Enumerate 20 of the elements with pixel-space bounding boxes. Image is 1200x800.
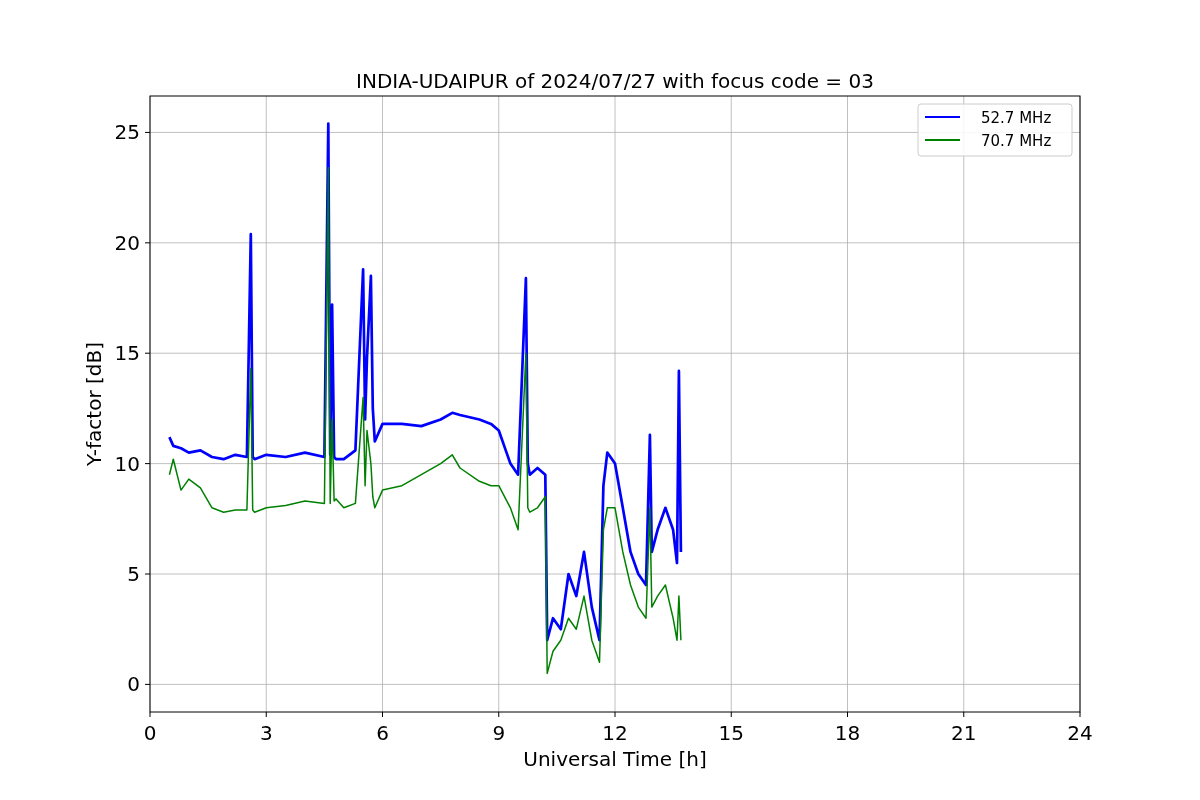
tick-label: 15	[114, 341, 140, 366]
tick-label: 25	[114, 120, 140, 145]
x-axis-label: Universal Time [h]	[523, 747, 707, 771]
tick-label: 9	[492, 721, 506, 745]
legend-label: 52.7 MHz	[981, 109, 1052, 127]
legend-label: 70.7 MHz	[981, 132, 1052, 150]
tick-label: 0	[127, 672, 140, 697]
tick-label: 18	[834, 721, 861, 745]
tick-label: 3	[259, 721, 273, 745]
tick-label: 15	[718, 721, 744, 745]
chart-title: INDIA-UDAIPUR of 2024/07/27 with focus code = 03	[356, 69, 874, 93]
tick-label: 5	[127, 562, 140, 586]
tick-label: 6	[376, 721, 389, 745]
tick-label: 24	[1067, 721, 1093, 745]
tick-label: 12	[602, 721, 628, 745]
y-axis-label: Y-factor [dB]	[82, 342, 106, 466]
tick-label: 20	[114, 230, 140, 255]
tick-label: 10	[114, 451, 140, 476]
tick-label: 21	[951, 721, 977, 745]
tick-label: 0	[143, 721, 157, 745]
